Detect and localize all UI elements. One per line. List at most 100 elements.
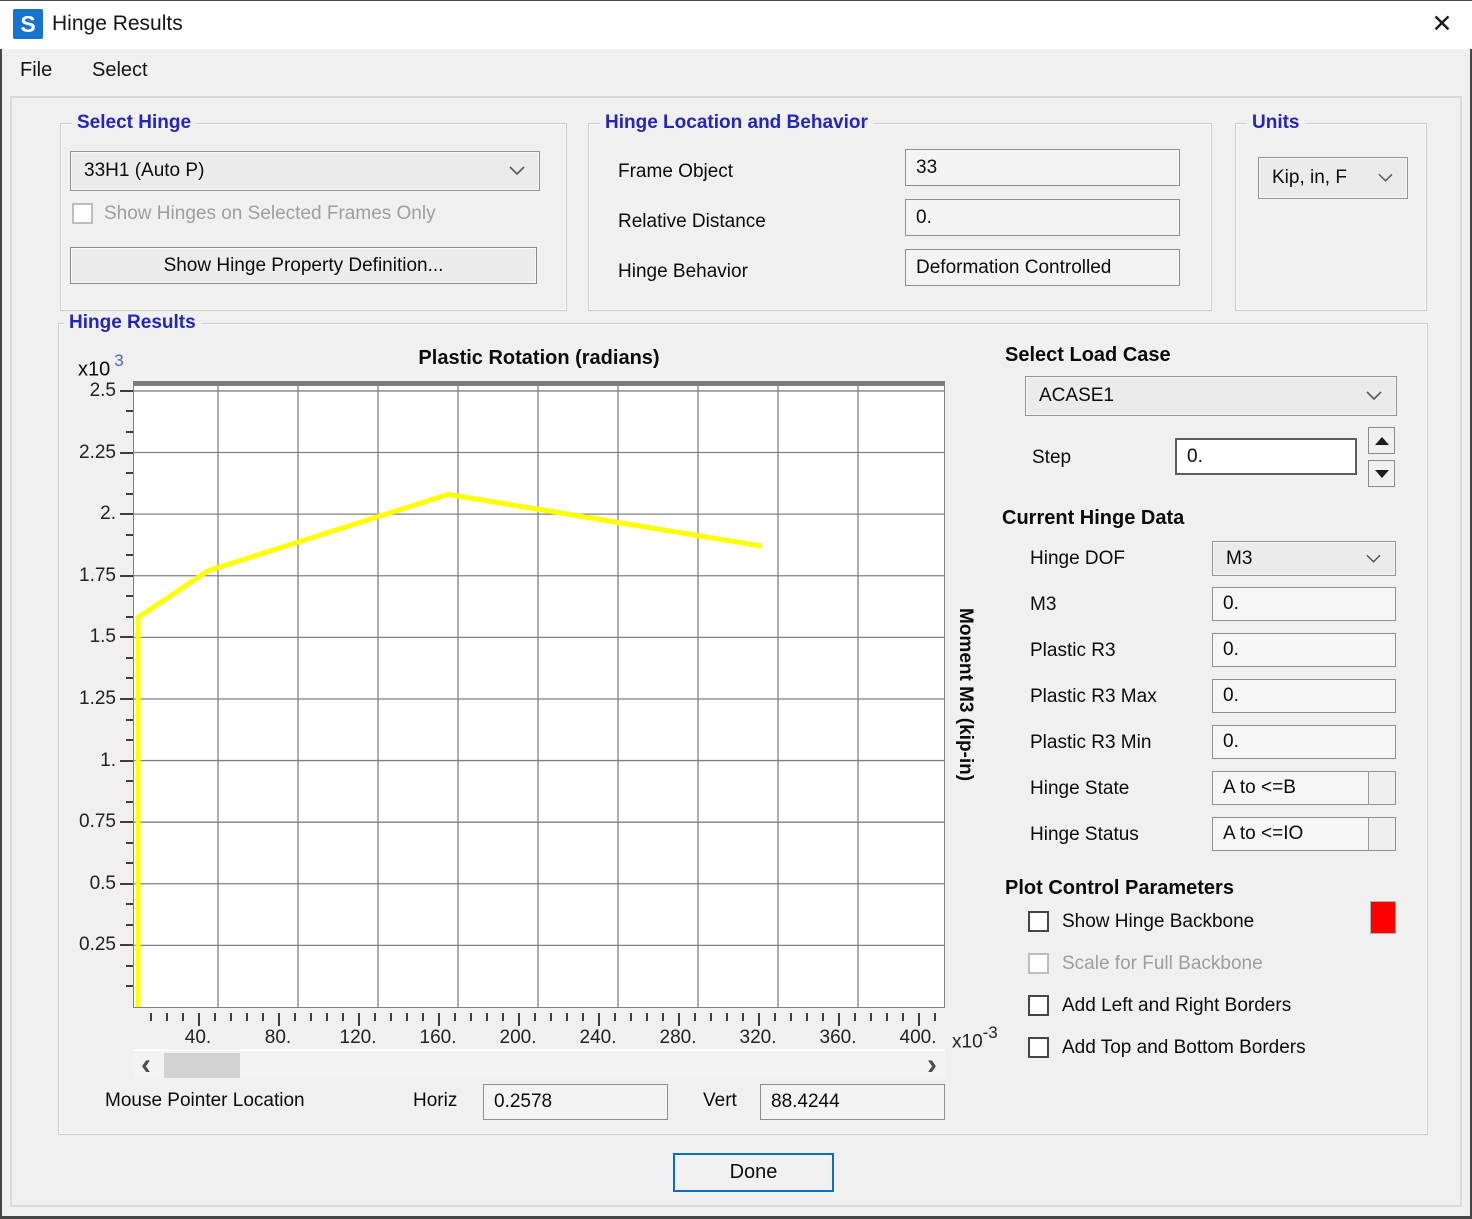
hinge-results-dialog: S Hinge Results ✕ File Select Select Hin… [0,0,1472,1219]
axis-tick [126,534,133,536]
backbone-color-swatch[interactable] [1370,901,1396,934]
hinge-behavior-field: Deformation Controlled [905,249,1180,286]
axis-tick [120,944,133,946]
axis-tick [126,965,133,967]
hinge-state-value: A to <=B [1223,777,1296,799]
plastic-r3-min-field: 0. [1212,725,1396,759]
units-group-label: Units [1247,112,1305,134]
axis-tick [566,1013,568,1021]
x-tick-label: 200. [478,1027,558,1049]
triangle-up-icon [1375,437,1389,445]
units-dropdown[interactable]: Kip, in, F [1258,157,1408,199]
x-tick-label: 160. [398,1027,478,1049]
menu-select[interactable]: Select [92,59,148,82]
axis-tick [710,1013,712,1021]
hinge-dropdown[interactable]: 33H1 (Auto P) [70,151,540,191]
add-left-right-borders-label: Add Left and Right Borders [1062,995,1291,1017]
select-hinge-group-label: Select Hinge [72,112,196,134]
axis-tick [790,1013,792,1021]
y-axis-scale-label: x10 3 [78,353,124,382]
axis-tick [126,472,133,474]
close-icon[interactable]: ✕ [1425,9,1459,39]
chart-canvas [134,386,944,1007]
axis-tick [120,452,133,454]
chevron-left-icon[interactable]: ‹ [141,1048,151,1082]
hinge-state-label: Hinge State [1030,778,1129,800]
axis-tick [126,985,133,987]
hinge-status-field: A to <=IO [1212,817,1396,851]
show-hinge-property-button[interactable]: Show Hinge Property Definition... [70,247,537,284]
done-button[interactable]: Done [673,1153,834,1192]
axis-tick [854,1013,856,1021]
axis-tick [422,1013,424,1021]
step-input[interactable]: 0. [1175,438,1357,475]
x-tick-label: 360. [798,1027,878,1049]
axis-tick [902,1013,904,1021]
axis-tick [934,1013,936,1021]
axis-tick [126,801,133,803]
chevron-down-icon [1378,169,1393,187]
chevron-down-icon [509,162,525,180]
add-top-bottom-borders-checkbox[interactable] [1028,1037,1049,1058]
vert-value-field: 88.4244 [760,1084,945,1120]
chevron-right-icon[interactable]: › [927,1048,937,1082]
y-tick-label: 1. [60,750,116,772]
hinge-behavior-label: Hinge Behavior [618,261,748,283]
plastic-r3-field: 0. [1212,633,1396,667]
axis-tick [662,1013,664,1021]
axis-tick [182,1013,184,1021]
y-tick-label: 0.75 [60,811,116,833]
axis-tick [326,1013,328,1021]
y-tick-label: 1.5 [60,626,116,648]
axis-tick [646,1013,648,1021]
right-axis-label: Moment M3 (kip-in) [948,381,982,1008]
axis-tick [918,1013,920,1026]
axis-tick [598,1013,600,1026]
scrollbar-thumb[interactable] [164,1053,240,1078]
axis-tick [126,780,133,782]
hinge-status-label: Hinge Status [1030,824,1139,846]
axis-tick [774,1013,776,1021]
axis-tick [126,924,133,926]
menu-file[interactable]: File [20,59,52,82]
axis-tick [120,636,133,638]
axis-tick [438,1013,440,1026]
axis-tick [374,1013,376,1021]
plastic-r3-max-field: 0. [1212,679,1396,713]
axis-tick [806,1013,808,1021]
x-tick-label: 80. [238,1027,318,1049]
axis-tick [582,1013,584,1021]
axis-tick [822,1013,824,1021]
hinge-dof-dropdown-value: M3 [1213,548,1366,570]
step-up-button[interactable] [1368,427,1395,454]
axis-tick [694,1013,696,1021]
axis-tick [126,739,133,741]
x-tick-label: 280. [638,1027,718,1049]
show-hinges-checkbox-label: Show Hinges on Selected Frames Only [104,203,436,225]
step-down-button[interactable] [1368,460,1395,487]
axis-tick [838,1013,840,1026]
axis-tick [534,1013,536,1021]
hinge-dof-dropdown[interactable]: M3 [1212,541,1396,576]
axis-tick [126,677,133,679]
y-tick-label: 2.5 [60,380,116,402]
chart-horizontal-scrollbar[interactable]: ‹ › [133,1049,945,1079]
axis-tick [486,1013,488,1021]
axis-tick [390,1013,392,1021]
add-left-right-borders-checkbox[interactable] [1028,995,1049,1016]
axis-tick [550,1013,552,1021]
mouse-pointer-location-label: Mouse Pointer Location [105,1090,305,1112]
x-tick-label: 320. [718,1027,798,1049]
chart-plot-area[interactable] [133,381,945,1008]
load-case-dropdown[interactable]: ACASE1 [1025,376,1397,416]
vert-label: Vert [703,1090,737,1112]
axis-tick [126,493,133,495]
axis-tick [120,821,133,823]
show-hinge-backbone-checkbox[interactable] [1028,911,1049,932]
axis-tick [150,1013,152,1021]
axis-tick [126,657,133,659]
axis-tick [614,1013,616,1021]
show-hinge-backbone-label: Show Hinge Backbone [1062,911,1254,933]
units-group [1235,123,1427,311]
y-tick-label: 0.25 [60,934,116,956]
